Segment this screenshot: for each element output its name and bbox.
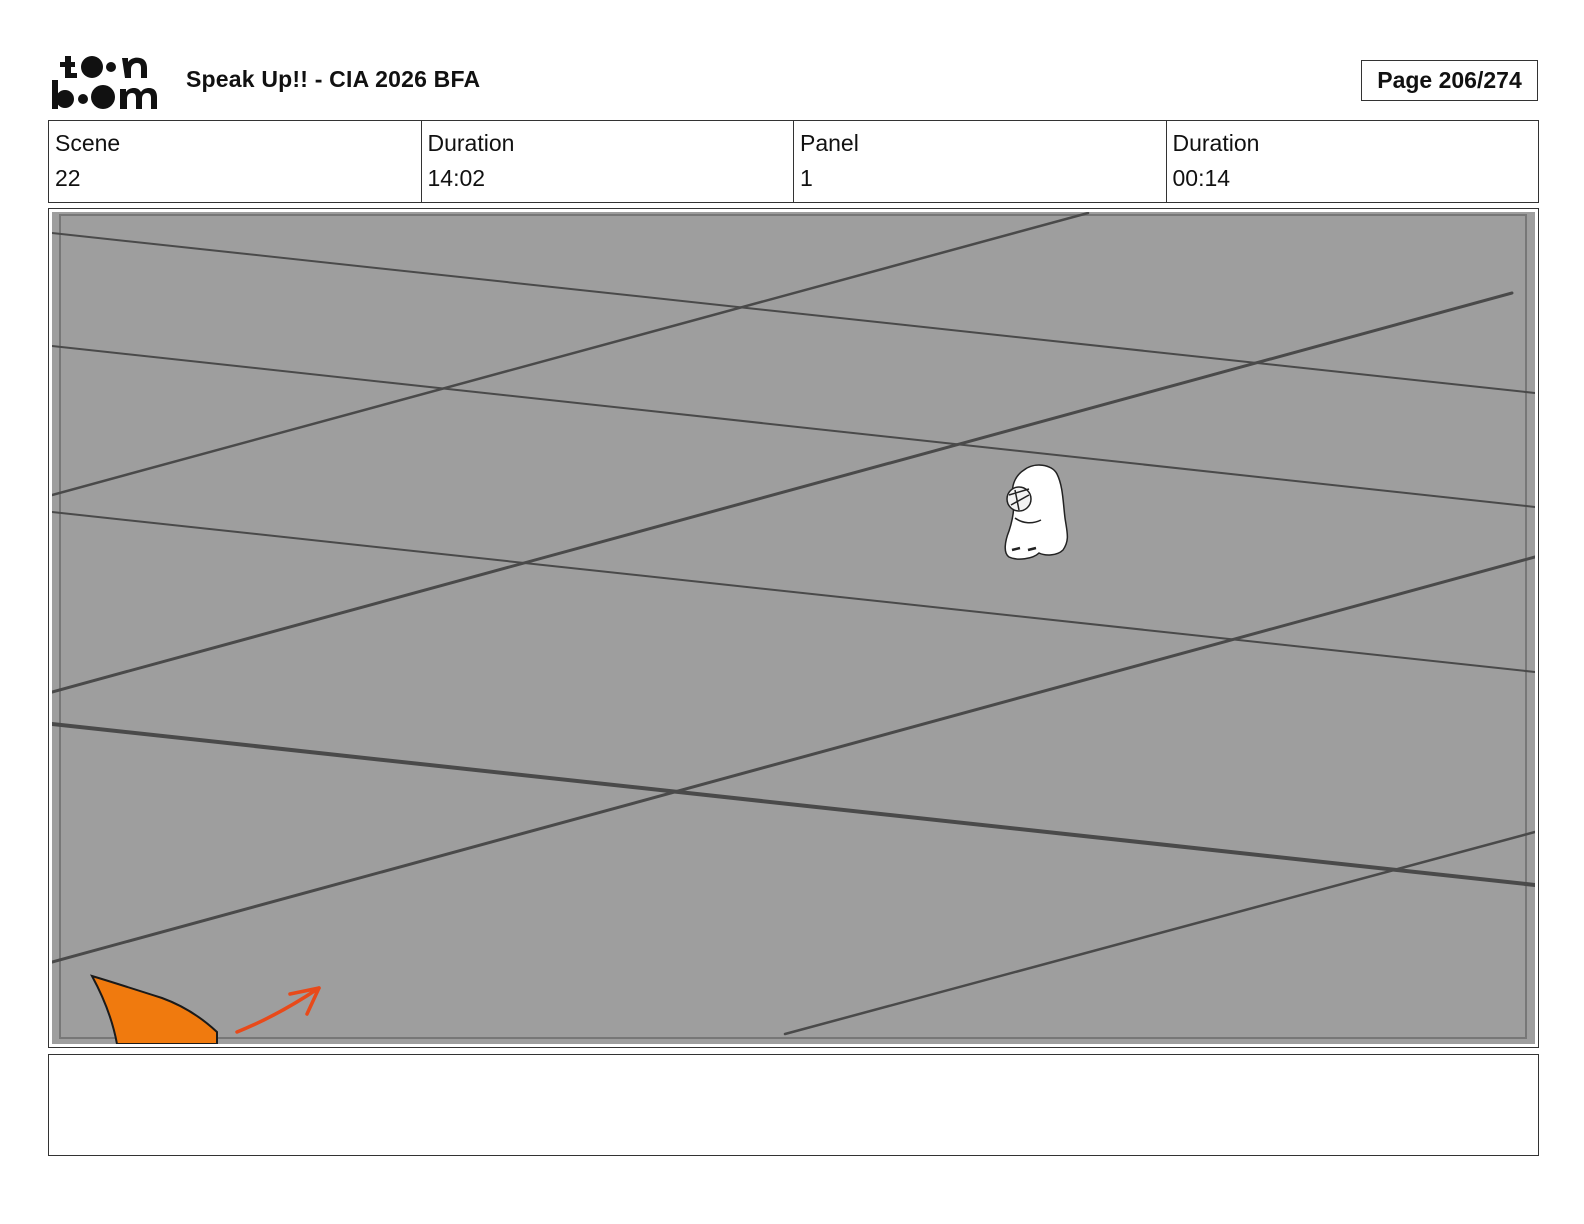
scene-value: 22 <box>55 165 81 191</box>
scene-duration-value: 14:02 <box>427 165 486 191</box>
page-counter: Page 206/274 <box>1361 60 1538 101</box>
scene-duration-label: Duration <box>427 130 515 156</box>
panel-duration-cell: Duration 00:14 <box>1167 121 1539 202</box>
logo-text: toon boom <box>52 112 53 113</box>
panel-notes-box <box>48 1054 1539 1156</box>
panel-cell: Panel 1 <box>794 121 1167 202</box>
panel-duration-value: 00:14 <box>1172 165 1231 191</box>
toon-boom-logo: toon boom <box>52 50 164 112</box>
scene-duration-cell: Duration 14:02 <box>422 121 794 202</box>
project-title: Speak Up!! - CIA 2026 BFA <box>186 66 481 92</box>
scene-label: Scene <box>55 130 121 156</box>
storyboard-panel <box>48 208 1539 1048</box>
panel-background <box>52 212 1535 1044</box>
info-table: Scene 22 Duration 14:02 Panel 1 Duration… <box>48 120 1539 203</box>
scene-cell: Scene 22 <box>49 121 422 202</box>
panel-value: 1 <box>800 165 813 191</box>
panel-drawing <box>52 212 1535 1044</box>
panel-label: Panel <box>800 130 859 156</box>
panel-duration-label: Duration <box>1172 130 1260 156</box>
